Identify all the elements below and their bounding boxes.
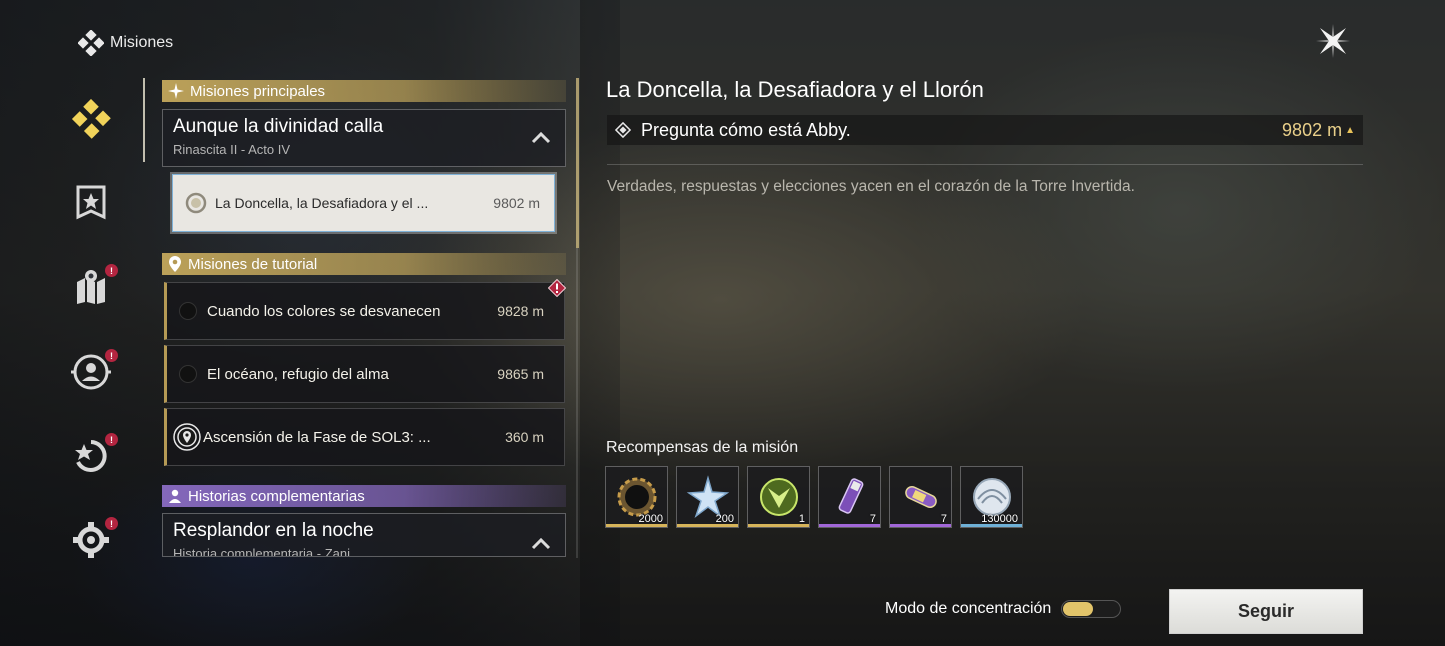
section-side-stories: Historias complementarias [162,485,566,507]
chevron-up-icon[interactable] [531,130,551,144]
quest-item[interactable]: El océano, refugio del alma 9865 m [164,345,565,403]
rarity-bar [890,524,951,527]
close-button[interactable] [1314,22,1352,60]
nav-quests[interactable] [62,90,120,148]
chapter-side[interactable]: Resplandor en la noche Historia compleme… [162,513,566,557]
reward-item[interactable]: 7 [889,466,952,528]
nav-exploration[interactable]: ! [62,258,120,316]
objective-text: Pregunta cómo está Abby. [641,119,851,140]
quest-distance: 9802 m [493,195,540,211]
quest-status-dot [179,302,197,320]
close-star-icon [1316,24,1350,58]
quest-status-dot [179,365,197,383]
section-label: Misiones principales [190,82,326,100]
objective-distance: 9802 m [1282,119,1343,140]
nav-main-story[interactable] [62,174,120,232]
alert-badge: ! [105,433,118,446]
quest-distance: 360 m [505,429,544,445]
list-scrollbar-thumb[interactable] [576,78,579,248]
diamond-cluster-icon [71,99,111,139]
track-circle-icon [185,192,207,214]
gear-icon [73,522,109,558]
banner-shield-icon [76,185,106,220]
quest-detail-title: La Doncella, la Desafiadora y el Llorón [606,77,984,102]
sparkle-icon [168,83,184,99]
page-title: Misiones [110,34,174,51]
divider [607,164,1363,165]
focus-mode-toggle[interactable] [1061,600,1122,618]
alert-badge: ! [105,264,118,277]
chapter-main[interactable]: Aunque la divinidad calla Rinascita II -… [162,109,566,167]
chapter-name: Resplandor en la noche [173,520,374,541]
purple-vial-icon [838,478,863,514]
focus-mode-control: Modo de concentración [885,600,1122,618]
rarity-bar [606,524,667,527]
list-scrollbar-track[interactable] [576,248,578,558]
chapter-subtitle: Rinascita II - Acto IV [173,142,291,157]
nav-characters[interactable]: ! [62,343,120,401]
section-label: Historias complementarias [188,487,365,505]
nav-active-indicator [143,78,145,162]
section-tutorial-quests: Misiones de tutorial [162,253,566,275]
new-alert-icon [548,279,566,297]
rarity-bar [677,524,738,527]
section-main-quests: Misiones principales [162,80,566,102]
reward-item[interactable]: 200 [676,466,739,528]
page-header: Misiones [78,30,173,56]
nav-settings[interactable]: ! [62,511,120,569]
focus-mode-label: Modo de concentración [885,600,1052,617]
green-emblem-icon [759,478,798,516]
quest-name: Ascensión de la Fase de SOL3: ... [203,428,431,446]
alert-badge: ! [105,349,118,362]
reward-item[interactable]: 7 [818,466,881,528]
reward-item[interactable]: 130000 [960,466,1023,528]
active-quest-item[interactable]: La Doncella, la Desafiadora y el ... 980… [170,172,557,234]
tracking-pin-icon [173,423,201,451]
purple-capsule-icon [904,486,937,508]
quest-objective[interactable]: Pregunta cómo está Abby. 9802 m ▲ [607,115,1363,145]
location-pin-icon [169,256,181,272]
quest-item[interactable]: Cuando los colores se desvanecen 9828 m [164,282,565,340]
quest-name: La Doncella, la Desafiadora y el ... [215,195,429,211]
nav-events[interactable]: ! [62,427,120,485]
quest-diamond-icon [78,30,104,56]
quest-distance: 9865 m [497,366,544,382]
follow-button[interactable]: Seguir [1169,589,1363,634]
rarity-bar [819,524,880,527]
alert-badge: ! [105,517,118,530]
map-pin-icon [77,270,105,304]
chevron-up-icon[interactable] [531,536,551,550]
chapter-subtitle: Historia complementaria - Zani [173,546,351,557]
toggle-knob [1063,602,1094,616]
chapter-name: Aunque la divinidad calla [173,116,384,137]
quest-item[interactable]: Ascensión de la Fase de SOL3: ... 360 m [164,408,565,466]
rewards-list: 2000 200 1 7 7 130000 [605,466,1023,528]
reward-item[interactable]: 1 [747,466,810,528]
quest-distance: 9828 m [497,303,544,319]
section-label: Misiones de tutorial [188,255,318,273]
quest-description: Verdades, respuestas y elecciones yacen … [607,178,1135,195]
rarity-bar [961,524,1022,527]
person-icon [169,489,181,503]
rarity-bar [748,524,809,527]
direction-arrow-icon: ▲ [1345,124,1355,136]
objective-diamond-icon [615,122,631,138]
reward-item[interactable]: 2000 [605,466,668,528]
rewards-title: Recompensas de la misión [606,439,799,456]
quest-name: El océano, refugio del alma [207,365,389,383]
quest-name: Cuando los colores se desvanecen [207,302,441,320]
